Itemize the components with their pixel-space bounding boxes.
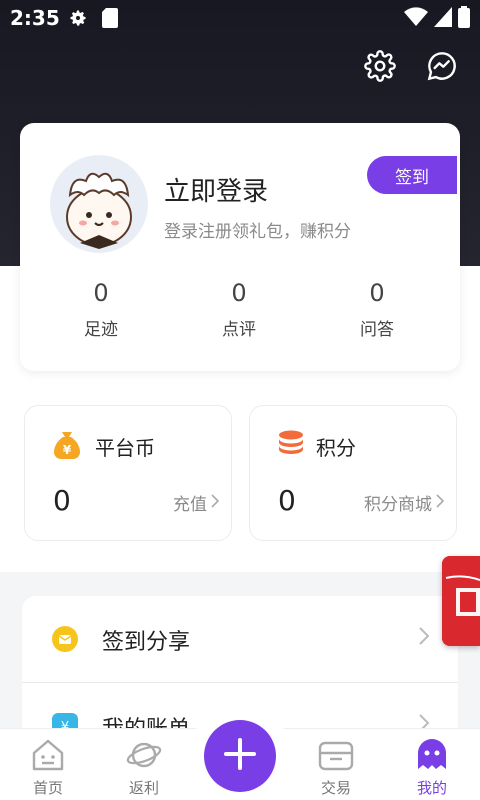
sd-card-icon [102,8,118,32]
status-time: 2:35 [10,6,60,30]
signal-icon [434,7,452,31]
stat-label: 点评 [222,320,256,340]
signin-share-icon [52,626,78,652]
menu-item-signin-share[interactable]: 签到分享 [22,596,458,683]
profile-stats: 0 足迹 0 点评 0 问答 [20,279,460,349]
recharge-label: 充值 [173,495,207,515]
points-value: 0 [278,484,296,517]
battery-icon [458,6,470,32]
stat-value: 0 [93,279,109,307]
ghost-icon [384,735,480,775]
planet-icon [96,735,192,775]
message-icon[interactable] [424,48,460,84]
chevron-right-icon [436,493,445,513]
settings-icon[interactable] [362,48,398,84]
nav-label: 我的 [416,779,447,797]
nav-label: 交易 [320,779,351,797]
stat-qa[interactable]: 0 问答 [317,279,437,340]
svg-text:¥: ¥ [63,443,72,457]
stat-footprints[interactable]: 0 足迹 [41,279,161,340]
nav-label: 返利 [128,779,159,797]
nav-item-mine[interactable]: 我的 [384,735,480,798]
avatar[interactable] [50,155,148,253]
home-icon [0,735,96,775]
red-packet-icon[interactable] [442,556,480,646]
nav-item-rebate[interactable]: 返利 [96,735,192,798]
wifi-icon [404,7,428,31]
chevron-right-icon [211,493,220,513]
points-title: 积分 [316,436,356,460]
stat-reviews[interactable]: 0 点评 [179,279,299,340]
status-bar: 2:35 [0,0,480,36]
menu-label: 签到分享 [102,630,191,655]
recharge-link[interactable]: 充值 [173,490,220,515]
nav-label: 首页 [32,779,63,797]
login-title[interactable]: 立即登录 [164,171,268,208]
coin-bag-icon: ¥ [53,430,81,464]
gear-icon [68,8,88,32]
nav-item-home[interactable]: 首页 [0,735,96,798]
add-button[interactable] [204,720,276,792]
coins-card[interactable]: ¥ 平台币 0 充值 [24,405,232,541]
coins-value: 0 [53,484,71,517]
profile-card: 立即登录 登录注册领礼包，赚积分 签到 0 足迹 0 点评 0 问答 [20,123,460,371]
stat-value: 0 [369,279,385,307]
login-subtitle: 登录注册领礼包，赚积分 [164,222,351,242]
stat-label: 足迹 [84,320,118,340]
points-card[interactable]: 积分 0 积分商城 [249,405,457,541]
signin-button[interactable]: 签到 [367,156,457,194]
trade-box-icon [288,735,384,775]
points-mall-label: 积分商城 [364,495,432,515]
nav-item-trade[interactable]: 交易 [288,735,384,798]
chevron-right-icon [418,626,430,650]
coins-title: 平台币 [95,436,155,460]
stat-label: 问答 [360,320,394,340]
coin-stack-icon [278,430,304,460]
points-mall-link[interactable]: 积分商城 [364,490,445,515]
plus-icon [223,737,257,775]
stat-value: 0 [231,279,247,307]
